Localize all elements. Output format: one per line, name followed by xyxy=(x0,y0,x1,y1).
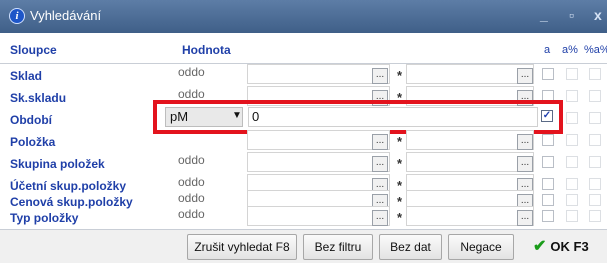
checkbox-a-percent[interactable] xyxy=(566,68,578,80)
no-data-button[interactable]: Bez dat xyxy=(379,234,442,260)
to-input[interactable] xyxy=(406,64,534,84)
wildcard-star: * xyxy=(397,68,403,83)
operator-select[interactable]: oddo xyxy=(175,152,247,172)
row-label: Sk.skladu xyxy=(10,91,67,105)
browse-button[interactable]: ... xyxy=(372,134,388,150)
ok-button[interactable]: ✔ OK F3 xyxy=(533,234,605,260)
checkbox-a[interactable] xyxy=(542,134,554,146)
to-input[interactable] xyxy=(406,130,534,150)
checkbox-percent-a-percent[interactable] xyxy=(589,90,601,102)
checkbox-a[interactable] xyxy=(542,156,554,168)
checkbox-a-percent[interactable] xyxy=(566,178,578,190)
browse-button[interactable]: ... xyxy=(372,156,388,172)
checkbox-a-percent[interactable] xyxy=(566,90,578,102)
browse-button[interactable]: ... xyxy=(517,134,533,150)
filter-row-sklad: Sklad oddo ... * ... xyxy=(0,64,607,86)
to-input[interactable] xyxy=(406,206,534,226)
maximize-button[interactable]: ▫ xyxy=(569,7,574,23)
checkbox-percent-a-percent[interactable] xyxy=(589,178,601,190)
operator-select[interactable]: oddo xyxy=(175,64,247,84)
no-filter-button[interactable]: Bez filtru xyxy=(303,234,373,260)
button-bar: Zrušit vyhledat F8 Bez filtru Bez dat Ne… xyxy=(0,229,607,263)
checkbox-percent-a-percent[interactable] xyxy=(589,156,601,168)
checkbox-a[interactable] xyxy=(542,210,554,222)
browse-button[interactable]: ... xyxy=(372,68,388,84)
header-a-percent: a% xyxy=(562,44,578,56)
title-bar: i Vyhledávání _ ▫ x xyxy=(0,0,607,33)
operator-select[interactable] xyxy=(175,134,247,150)
filter-row-typ-polozky: Typ položky oddo ... * ... xyxy=(0,206,607,228)
negace-button[interactable]: Negace xyxy=(448,234,514,260)
checkbox-a-percent[interactable] xyxy=(566,134,578,146)
from-input[interactable] xyxy=(247,130,390,150)
highlight-box xyxy=(153,100,563,134)
close-button[interactable]: x xyxy=(594,7,602,23)
cancel-search-button[interactable]: Zrušit vyhledat F8 xyxy=(187,234,297,260)
info-icon: i xyxy=(9,8,25,24)
checkbox-percent-a-percent[interactable] xyxy=(589,134,601,146)
column-header: Sloupce Hodnota a a% %a% xyxy=(0,34,607,64)
checkbox-percent-a-percent[interactable] xyxy=(589,68,601,80)
from-input[interactable] xyxy=(247,64,390,84)
checkmark-icon: ✔ xyxy=(533,238,547,255)
operator-select[interactable]: oddo xyxy=(175,206,247,226)
row-label: Skupina položek xyxy=(10,157,105,171)
to-input[interactable] xyxy=(406,152,534,172)
header-sloupce: Sloupce xyxy=(10,43,57,57)
row-label: Položka xyxy=(10,135,56,149)
filter-row-skupina-polozek: Skupina položek oddo ... * ... xyxy=(0,152,607,174)
from-input[interactable] xyxy=(247,206,390,226)
browse-button[interactable]: ... xyxy=(517,68,533,84)
row-label: Sklad xyxy=(10,69,43,83)
wildcard-star: * xyxy=(397,210,403,225)
header-hodnota: Hodnota xyxy=(182,43,231,57)
wildcard-star: * xyxy=(397,134,403,149)
browse-button[interactable]: ... xyxy=(372,210,388,226)
checkbox-a-percent[interactable] xyxy=(566,210,578,222)
checkbox-a-percent[interactable] xyxy=(566,112,578,124)
row-label: Období xyxy=(10,113,52,127)
from-input[interactable] xyxy=(247,152,390,172)
browse-button[interactable]: ... xyxy=(517,156,533,172)
filter-row-polozka: Položka ... * ... xyxy=(0,130,607,152)
checkbox-percent-a-percent[interactable] xyxy=(589,210,601,222)
checkbox-a[interactable] xyxy=(542,178,554,190)
checkbox-percent-a-percent[interactable] xyxy=(589,112,601,124)
checkbox-a[interactable] xyxy=(542,194,554,206)
row-label: Typ položky xyxy=(10,211,79,225)
browse-button[interactable]: ... xyxy=(517,210,533,226)
checkbox-percent-a-percent[interactable] xyxy=(589,194,601,206)
checkbox-a[interactable] xyxy=(542,68,554,80)
checkbox-a-percent[interactable] xyxy=(566,194,578,206)
wildcard-star: * xyxy=(397,156,403,171)
search-window: i Vyhledávání _ ▫ x Sloupce Hodnota a a%… xyxy=(0,0,607,263)
checkbox-a-percent[interactable] xyxy=(566,156,578,168)
ok-label: OK F3 xyxy=(550,239,589,254)
header-percent-a-percent: %a% xyxy=(584,44,607,56)
window-title: Vyhledávání xyxy=(30,8,102,23)
minimize-button[interactable]: _ xyxy=(540,7,548,23)
header-a: a xyxy=(544,44,551,56)
